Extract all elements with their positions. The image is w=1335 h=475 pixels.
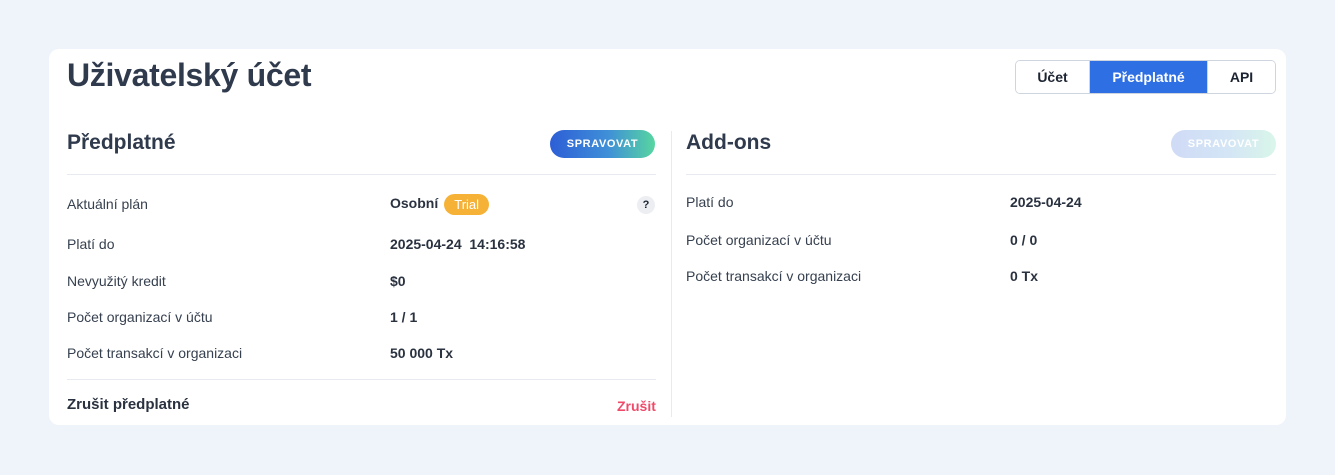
- transactions-value: 50 000 Tx: [390, 345, 454, 361]
- help-icon[interactable]: ?: [637, 196, 655, 214]
- addons-transactions-label: Počet transakcí v organizaci: [686, 268, 862, 284]
- addons-orgs-value: 0 / 0: [1010, 232, 1038, 248]
- orgs-value: 1 / 1: [390, 309, 418, 325]
- account-card: Uživatelský účet Účet Předplatné API Pře…: [49, 49, 1286, 425]
- orgs-label: Počet organizací v účtu: [67, 309, 213, 325]
- cancel-subscription-link[interactable]: Zrušit: [617, 398, 656, 414]
- valid-until-value: 2025-04-24 14:16:58: [390, 236, 526, 252]
- column-divider: [671, 131, 672, 417]
- addons-valid-until-label: Platí do: [686, 194, 734, 210]
- credit-label: Nevyužitý kredit: [67, 273, 166, 289]
- plan-label: Aktuální plán: [67, 196, 148, 212]
- page-title: Uživatelský účet: [67, 57, 312, 93]
- trial-badge: Trial: [444, 194, 490, 215]
- subscription-title: Předplatné: [67, 131, 176, 154]
- valid-until-label: Platí do: [67, 236, 115, 252]
- subscription-manage-button[interactable]: SPRAVOVAT: [550, 130, 655, 158]
- plan-value-group: Osobní Trial: [390, 194, 490, 215]
- tab-bar: Účet Předplatné API: [1015, 60, 1276, 94]
- plan-value: Osobní: [390, 195, 439, 212]
- addons-manage-button[interactable]: SPRAVOVAT: [1171, 130, 1276, 158]
- tab-subscription[interactable]: Předplatné: [1090, 61, 1207, 93]
- addons-divider: [686, 174, 1276, 175]
- addons-transactions-value: 0 Tx: [1010, 268, 1039, 284]
- addons-title: Add-ons: [686, 131, 772, 154]
- addons-valid-until-value: 2025-04-24: [1010, 194, 1082, 210]
- cancel-divider: [67, 379, 656, 380]
- addons-orgs-label: Počet organizací v účtu: [686, 232, 832, 248]
- subscription-divider: [67, 174, 656, 175]
- tab-api[interactable]: API: [1207, 61, 1275, 93]
- cancel-subscription-title: Zrušit předplatné: [67, 396, 190, 413]
- tab-account[interactable]: Účet: [1016, 61, 1090, 93]
- transactions-label: Počet transakcí v organizaci: [67, 345, 243, 361]
- credit-value: $0: [390, 273, 406, 289]
